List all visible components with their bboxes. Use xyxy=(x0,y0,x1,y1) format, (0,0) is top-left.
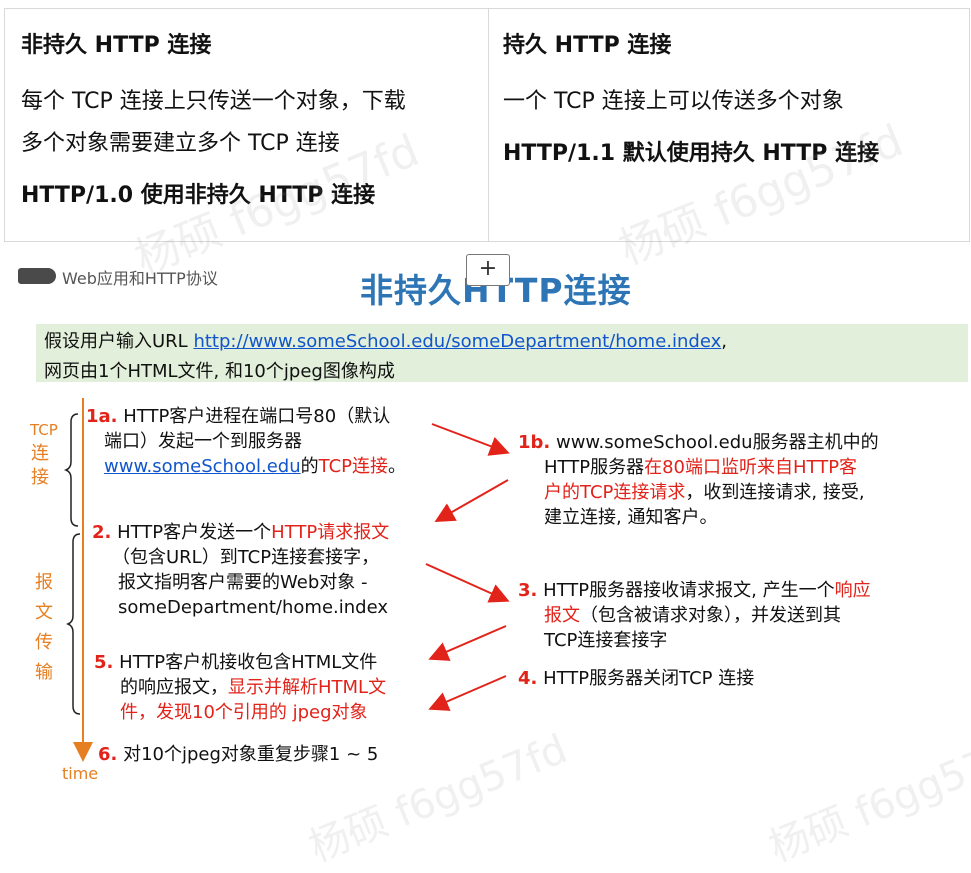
step-text: 报文指明客户需要的Web对象 - xyxy=(118,572,368,593)
server-link[interactable]: www.someSchool.edu xyxy=(104,456,301,477)
step-highlight: 件，发现10个引用的 jpeg对象 xyxy=(120,702,368,723)
step-highlight: 响应 xyxy=(834,580,871,601)
step-highlight: 报文 xyxy=(544,605,580,626)
step-text: someDepartment/home.index xyxy=(118,597,388,618)
step-6: 6. 对10个jpeg对象重复步骤1 ~ 5 xyxy=(98,742,378,767)
step-number: 2. xyxy=(92,522,112,543)
step-text: HTTP服务器 xyxy=(544,457,645,478)
slide-image: Web应用和HTTP协议 非持久HTTP连接 假设用户输入URL http://… xyxy=(0,246,971,871)
step-text: （包含被请求对象），并发送到其 xyxy=(580,605,841,626)
msg-label-part: 文 xyxy=(35,602,53,623)
step-number: 1b. xyxy=(518,432,551,453)
msg-label-part: 传 xyxy=(35,632,53,653)
msg-label-part: 输 xyxy=(35,662,53,683)
step-text: 端口）发起一个到服务器 xyxy=(104,431,302,452)
step-text: 的 xyxy=(300,456,319,477)
step-number: 6. xyxy=(98,744,118,765)
step-number: 3. xyxy=(518,580,538,601)
non-persistent-cell: 非持久 HTTP 连接 每个 TCP 连接上只传送一个对象，下载 多个对象需要建… xyxy=(5,9,489,285)
step-text: HTTP客户进程在端口号80（默认 xyxy=(117,406,391,427)
step-text: TCP连接套接字 xyxy=(544,630,668,651)
step-text: HTTP客户发送一个 xyxy=(111,522,272,543)
non-persistent-desc-line1: 每个 TCP 连接上只传送一个对象，下载 xyxy=(21,89,406,114)
time-label: time xyxy=(62,764,99,783)
step-highlight: HTTP请求报文 xyxy=(271,522,390,543)
arrow-2-3 xyxy=(425,563,510,603)
step-text: HTTP客户机接收包含HTML文件 xyxy=(113,652,378,673)
message-brace xyxy=(65,533,81,715)
step-1b: 1b. www.someSchool.edu服务器主机中的 HTTP服务器在80… xyxy=(518,430,879,530)
comparison-table: 非持久 HTTP 连接 每个 TCP 连接上只传送一个对象，下载 多个对象需要建… xyxy=(4,8,970,285)
step-number: 1a. xyxy=(86,406,118,427)
step-text: ，收到连接请求, 接受, xyxy=(685,482,865,503)
persistent-note: HTTP/1.1 默认使用持久 HTTP 连接 xyxy=(503,141,880,166)
arrow-4 xyxy=(428,675,507,711)
step-number: 5. xyxy=(94,652,114,673)
step-5: 5. HTTP客户机接收包含HTML文件 的响应报文，显示并解析HTML文 件，… xyxy=(94,650,386,725)
non-persistent-note: HTTP/1.0 使用非持久 HTTP 连接 xyxy=(21,183,376,208)
step-text: 。 xyxy=(388,456,406,477)
tcp-label-part: TCP xyxy=(30,421,58,439)
arrow-1a-1b xyxy=(431,423,510,456)
step-highlight: 在80端口监听来自HTTP客 xyxy=(644,457,858,478)
step-number: 4. xyxy=(518,668,538,689)
step-1a: 1a. HTTP客户进程在端口号80（默认 端口）发起一个到服务器 www.so… xyxy=(86,404,406,479)
step-4: 4. HTTP服务器关闭TCP 连接 xyxy=(518,666,754,691)
step-3: 3. HTTP服务器接收请求报文, 产生一个响应 报文（包含被请求对象），并发送… xyxy=(518,578,871,653)
message-transfer-label: 报 文 传 输 xyxy=(34,568,54,688)
arrow-3-5 xyxy=(428,625,507,661)
non-persistent-heading: 非持久 HTTP 连接 xyxy=(21,33,212,58)
persistent-heading: 持久 HTTP 连接 xyxy=(503,33,672,58)
step-highlight: 显示并解析HTML文 xyxy=(228,677,387,698)
insert-button[interactable]: + xyxy=(466,254,510,286)
step-highlight: 户的TCP连接请求 xyxy=(544,482,686,503)
tcp-label-part: 连 xyxy=(31,443,49,464)
step-text: HTTP服务器关闭TCP 连接 xyxy=(537,668,755,689)
non-persistent-desc-line2: 多个对象需要建立多个 TCP 连接 xyxy=(21,131,340,156)
persistent-cell: 持久 HTTP 连接 一个 TCP 连接上可以传送多个对象 HTTP/1.1 默… xyxy=(489,9,969,275)
step-text: HTTP服务器接收请求报文, 产生一个 xyxy=(537,580,835,601)
step-text: （包含URL）到TCP连接套接字， xyxy=(112,547,380,568)
step-2: 2. HTTP客户发送一个HTTP请求报文 （包含URL）到TCP连接套接字， … xyxy=(92,520,389,620)
tcp-brace xyxy=(63,413,79,527)
tcp-connection-label: TCP 连 接 xyxy=(30,418,58,490)
step-highlight: TCP连接 xyxy=(318,456,388,477)
msg-label-part: 报 xyxy=(35,572,53,593)
persistent-desc: 一个 TCP 连接上可以传送多个对象 xyxy=(503,89,844,114)
step-text: 建立连接, 通知客户。 xyxy=(544,507,718,528)
step-text: www.someSchool.edu服务器主机中的 xyxy=(550,432,879,453)
arrow-1b-2 xyxy=(434,479,509,522)
step-text: 对10个jpeg对象重复步骤1 ~ 5 xyxy=(117,744,379,765)
tcp-label-part: 接 xyxy=(31,467,49,488)
step-text: 的响应报文， xyxy=(120,677,228,698)
